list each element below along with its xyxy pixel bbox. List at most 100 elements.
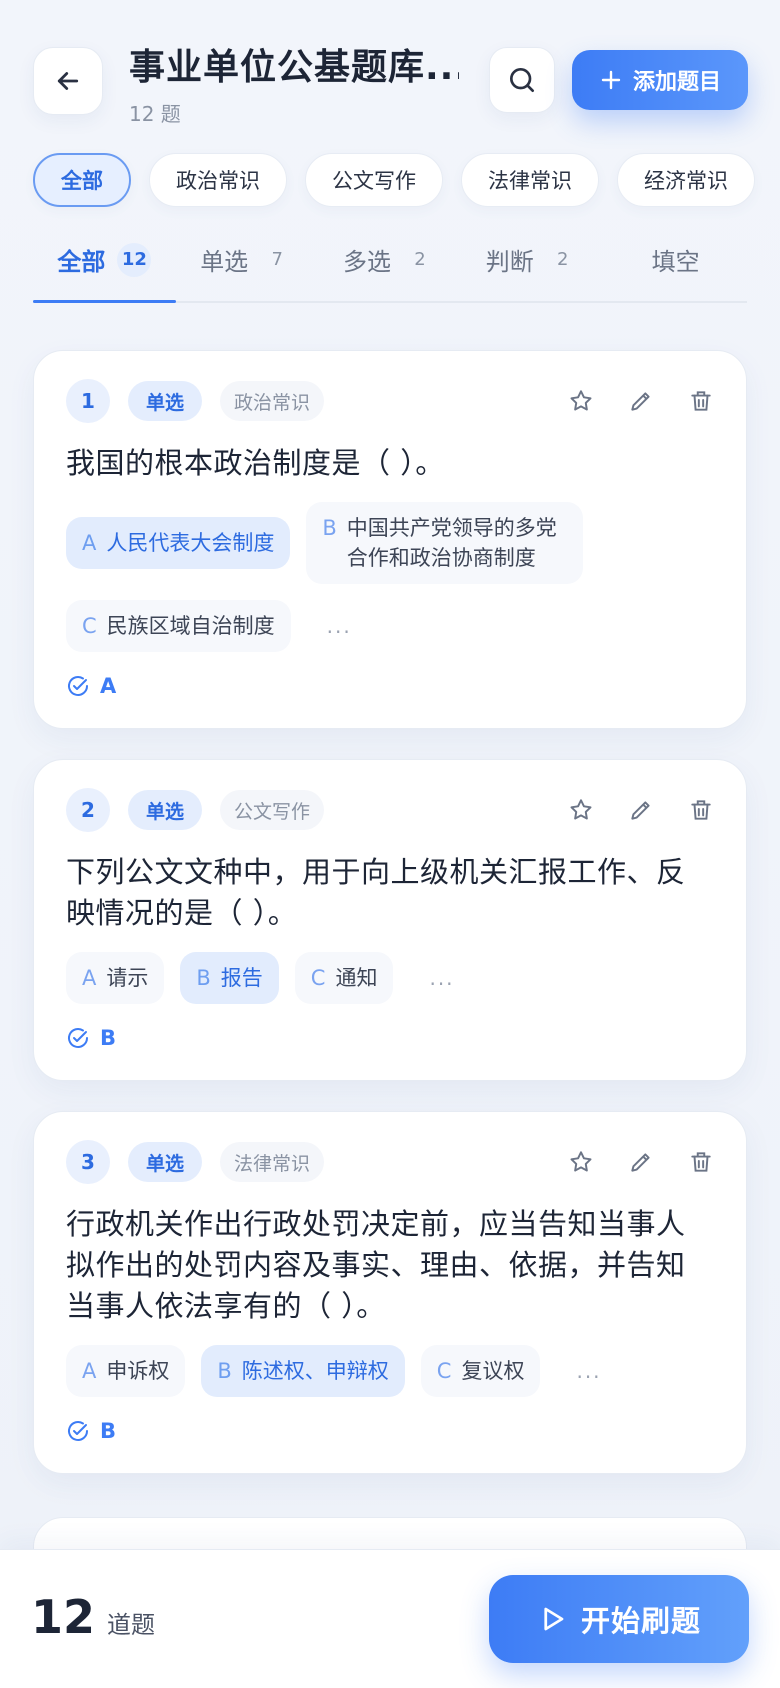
question-text: 下列公文文种中，用于向上级机关汇报工作、反映情况的是（ ）。 — [66, 855, 686, 930]
delete-button[interactable] — [688, 790, 714, 830]
tab-label: 全部 — [57, 248, 106, 276]
option-text: 申诉权 — [106, 1359, 170, 1383]
category-chip-document-writing[interactable]: 公文写作 — [305, 153, 443, 207]
correct-answer: A — [66, 674, 714, 698]
more-options-indicator: ... — [429, 966, 455, 990]
tab-all[interactable]: 全部 12 — [33, 230, 176, 303]
question-bank-page: 事业单位公基题库... 12 题 添加题目 全部 政治常识 公文写作 法律常识 … — [0, 0, 780, 1688]
question-category-badge: 政治常识 — [220, 381, 325, 421]
tab-label: 多选 — [342, 248, 391, 276]
question-card[interactable]: 2 单选 公文写作 下列公文文种中，用于向上级机关汇报工作、反映情况的是（ ）。… — [33, 759, 747, 1081]
option-letter: A — [82, 966, 97, 990]
pencil-icon — [631, 1153, 650, 1172]
favorite-button[interactable] — [568, 790, 594, 830]
option-letter: A — [82, 1359, 97, 1383]
pencil-icon — [631, 801, 650, 820]
option-c: C 通知 — [294, 952, 394, 1004]
question-card[interactable]: 3 单选 法律常识 行政机关作出行政处罚决定前，应当告知当事人拟作出的处罚内容及… — [33, 1111, 747, 1474]
play-icon — [544, 1607, 564, 1631]
option-text: 人民代表大会制度 — [106, 531, 275, 555]
question-count-subtitle: 12 题 — [129, 102, 181, 126]
options-list: A 人民代表大会制度 B 中国共产党领导的多党合作和政治协商制度 C 民族区域自… — [66, 502, 714, 652]
question-type-tabs: 全部 12 单选 7 多选 2 判断 2 填空 — [33, 230, 747, 303]
total-number: 12 — [31, 1590, 96, 1644]
option-a: A 申诉权 — [66, 1345, 186, 1397]
pencil-icon — [631, 392, 650, 411]
option-letter: A — [82, 531, 97, 555]
question-number: 2 — [66, 788, 110, 832]
edit-button[interactable] — [628, 381, 654, 421]
category-chip-politics[interactable]: 政治常识 — [149, 153, 287, 207]
delete-button[interactable] — [688, 381, 714, 421]
question-actions — [568, 790, 714, 830]
tab-label: 单选 — [200, 248, 249, 276]
star-icon — [570, 1151, 592, 1172]
start-practice-label: 开始刷题 — [580, 1604, 701, 1638]
option-text: 民族区域自治制度 — [106, 614, 275, 638]
option-letter: B — [322, 516, 337, 540]
question-type-badge: 单选 — [128, 1142, 203, 1182]
option-text: 中国共产党领导的多党合作和政治协商制度 — [346, 516, 557, 570]
question-list: 1 单选 政治常识 我国的根本政治制度是（ ）。 A 人民代表大会制度 B 中国… — [33, 350, 747, 1504]
category-chip-law[interactable]: 法律常识 — [461, 153, 599, 207]
option-a: A 请示 — [66, 952, 165, 1004]
total-unit: 道题 — [107, 1611, 156, 1639]
delete-button[interactable] — [688, 1142, 714, 1182]
back-button[interactable] — [33, 47, 103, 115]
favorite-button[interactable] — [568, 1142, 594, 1182]
edit-button[interactable] — [628, 790, 654, 830]
category-filter: 全部 政治常识 公文写作 法律常识 经济常识 — [33, 153, 755, 207]
question-number: 1 — [66, 379, 110, 423]
search-button[interactable] — [489, 47, 555, 113]
tab-fill-blank[interactable]: 填空 — [604, 230, 747, 301]
option-a: A 人民代表大会制度 — [66, 517, 291, 569]
tab-label: 填空 — [651, 248, 700, 276]
option-b: B 陈述权、申辩权 — [201, 1345, 405, 1397]
option-letter: C — [310, 966, 326, 990]
category-chip-economics[interactable]: 经济常识 — [617, 153, 755, 207]
star-icon — [570, 799, 592, 820]
option-b: B 中国共产党领导的多党合作和政治协商制度 — [306, 502, 583, 584]
check-circle-icon — [68, 1421, 88, 1441]
bottom-bar: 12 道题 开始刷题 — [0, 1549, 780, 1688]
arrow-left-icon — [57, 72, 79, 90]
edit-button[interactable] — [628, 1142, 654, 1182]
tab-true-false[interactable]: 判断 2 — [461, 230, 604, 301]
question-card[interactable]: 1 单选 政治常识 我国的根本政治制度是（ ）。 A 人民代表大会制度 B 中国… — [33, 350, 747, 729]
header: 事业单位公基题库... 12 题 添加题目 — [0, 0, 780, 140]
category-chip-all[interactable]: 全部 — [33, 153, 131, 207]
question-type-badge: 单选 — [128, 381, 203, 421]
page-title: 事业单位公基题库... — [129, 47, 459, 88]
question-actions — [568, 381, 714, 421]
tab-multiple-choice[interactable]: 多选 2 — [319, 230, 462, 301]
trash-icon — [691, 1152, 711, 1172]
question-actions — [568, 1142, 714, 1182]
question-text: 我国的根本政治制度是（ ）。 — [66, 446, 445, 480]
option-text: 复议权 — [461, 1359, 525, 1383]
correct-answer: B — [66, 1026, 714, 1050]
option-letter: C — [82, 614, 97, 638]
search-icon — [509, 68, 534, 92]
tab-single-choice[interactable]: 单选 7 — [176, 230, 319, 301]
option-text: 请示 — [106, 966, 149, 990]
option-letter: B — [196, 966, 211, 990]
tab-count: 2 — [557, 249, 569, 270]
option-text: 通知 — [335, 966, 378, 990]
option-b: B 报告 — [180, 952, 279, 1004]
plus-icon — [601, 70, 621, 90]
favorite-button[interactable] — [568, 381, 594, 421]
more-options-indicator: ... — [326, 614, 352, 638]
start-practice-button[interactable]: 开始刷题 — [489, 1575, 749, 1663]
option-text: 报告 — [220, 966, 263, 990]
question-number: 3 — [66, 1140, 110, 1184]
star-icon — [570, 390, 592, 411]
question-text: 行政机关作出行政处罚决定前，应当告知当事人拟作出的处罚内容及事实、理由、依据，并… — [66, 1207, 686, 1323]
tab-count: 2 — [414, 249, 426, 270]
tab-count: 12 — [117, 242, 152, 277]
option-c: C 民族区域自治制度 — [66, 600, 291, 652]
add-question-label: 添加题目 — [632, 70, 721, 95]
add-question-button[interactable]: 添加题目 — [572, 50, 748, 110]
question-type-badge: 单选 — [128, 790, 203, 830]
options-list: A 请示 B 报告 C 通知 ... — [66, 952, 714, 1004]
tab-count: 7 — [271, 249, 283, 270]
